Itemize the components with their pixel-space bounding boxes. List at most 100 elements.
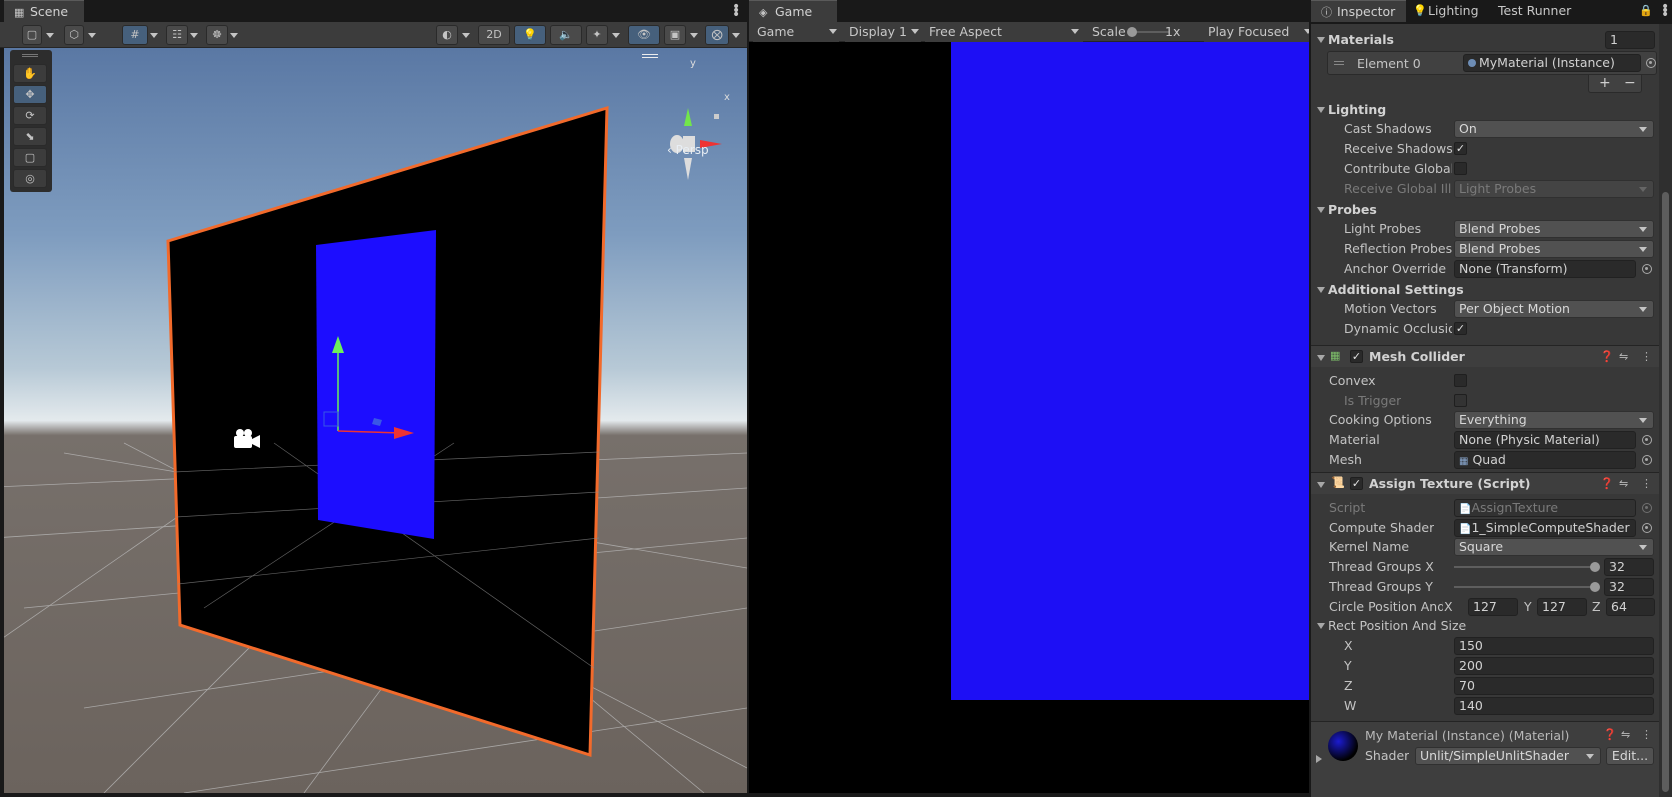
rect-header-row[interactable]: Rect Position And Size	[1311, 616, 1659, 635]
collider-material-field[interactable]: None (Physic Material)	[1454, 431, 1636, 449]
light-probes-dropdown[interactable]: Blend Probes	[1454, 220, 1654, 238]
rotate-tool-button[interactable]: ⟳	[13, 106, 47, 125]
lighting-foldout-icon[interactable]	[1317, 107, 1325, 113]
materials-header-row[interactable]: Materials 1	[1311, 30, 1659, 49]
thread-groups-x-knob[interactable]	[1590, 562, 1600, 572]
snap-increment-button[interactable]: ☷	[166, 25, 188, 45]
scale-slider[interactable]	[1127, 27, 1169, 37]
grid-visibility-button[interactable]: ☸	[206, 25, 228, 45]
probes-foldout-icon[interactable]	[1317, 207, 1325, 213]
panel-divider-right[interactable]	[1309, 0, 1311, 797]
convex-checkbox[interactable]	[1454, 374, 1467, 387]
kernel-name-dropdown[interactable]: Square	[1454, 538, 1654, 556]
receive-shadows-checkbox[interactable]: ✓	[1454, 142, 1467, 155]
audio-toggle-button[interactable]: 🔈	[550, 25, 582, 45]
rect-w-field[interactable]: 140	[1454, 697, 1654, 715]
lighting-header-row[interactable]: Lighting	[1311, 100, 1659, 119]
material-help-icon[interactable]: ❓	[1603, 729, 1617, 741]
effects-caret-icon[interactable]	[612, 33, 620, 38]
list-add-button[interactable]: +	[1599, 75, 1611, 91]
grid-snap-caret-icon[interactable]	[150, 33, 158, 38]
rect-foldout-icon[interactable]	[1317, 623, 1325, 629]
assign-texture-header[interactable]: 📜 ✓ Assign Texture (Script) ❓ ⇋ ⋮	[1311, 472, 1659, 494]
dynamic-occlusion-checkbox[interactable]: ✓	[1454, 322, 1467, 335]
shading-mode-caret-icon[interactable]	[462, 33, 470, 38]
material-menu-icon[interactable]: ⋮	[1641, 729, 1652, 741]
display-dropdown[interactable]: Display 1	[845, 22, 921, 42]
draw-mode-button[interactable]: ▢	[22, 25, 42, 45]
game-viewport[interactable]	[749, 42, 1309, 793]
hand-tool-button[interactable]: ✋	[13, 64, 47, 83]
mesh-picker-icon[interactable]	[1642, 455, 1652, 465]
additional-header-row[interactable]: Additional Settings	[1311, 280, 1659, 299]
rect-y-field[interactable]: 200	[1454, 657, 1654, 675]
assign-texture-foldout-icon[interactable]	[1317, 482, 1325, 488]
inspector-scrollbar[interactable]	[1659, 24, 1672, 797]
game-mode-dropdown[interactable]: Game	[753, 22, 839, 42]
inspector-menu-icon[interactable]: • • •	[1661, 0, 1669, 22]
tab-game[interactable]: ◈ Game	[749, 0, 837, 22]
rect-z-field[interactable]: 70	[1454, 677, 1654, 695]
camera-caret-icon[interactable]	[690, 33, 698, 38]
overlay-menu-grip[interactable]	[642, 54, 658, 58]
play-mode-dropdown[interactable]: Play Focused	[1204, 22, 1312, 42]
gizmos-button[interactable]: ⨂	[705, 25, 729, 45]
draw-mode-caret-icon[interactable]	[46, 33, 54, 38]
mesh-collider-help-icon[interactable]: ❓	[1600, 351, 1614, 363]
material-foldout-icon[interactable]	[1316, 755, 1322, 763]
shader-dropdown[interactable]: Unlit/SimpleUnlitShader	[1415, 747, 1601, 765]
list-remove-button[interactable]: −	[1624, 75, 1636, 91]
effects-toggle-button[interactable]: ✦	[586, 25, 608, 45]
mesh-collider-menu-icon[interactable]: ⋮	[1641, 351, 1652, 363]
collider-material-picker-icon[interactable]	[1642, 435, 1652, 445]
aspect-dropdown[interactable]: Free Aspect	[925, 22, 1083, 42]
compute-shader-field[interactable]: 📄1_SimpleComputeShader	[1454, 519, 1636, 537]
thread-groups-y-field[interactable]: 32	[1604, 578, 1654, 596]
tab-test-runner[interactable]: Test Runner	[1498, 0, 1571, 22]
circle-z-field[interactable]: 64	[1606, 598, 1655, 616]
scale-tool-button[interactable]: ⬊	[13, 127, 47, 146]
assign-texture-help-icon[interactable]: ❓	[1600, 478, 1614, 490]
assign-texture-enabled-checkbox[interactable]: ✓	[1350, 477, 1363, 490]
mesh-field[interactable]: ▦ Quad	[1454, 451, 1636, 469]
inspector-scrollbar-thumb[interactable]	[1662, 192, 1669, 792]
shader-edit-button[interactable]: Edit...	[1606, 747, 1654, 765]
reflection-probes-dropdown[interactable]: Blend Probes	[1454, 240, 1654, 258]
materials-foldout-icon[interactable]	[1317, 37, 1325, 43]
cast-shadows-dropdown[interactable]: On	[1454, 120, 1654, 138]
lighting-toggle-button[interactable]: 💡	[514, 25, 546, 45]
toggle-2d-button[interactable]: 2D	[478, 25, 510, 45]
assign-texture-menu-icon[interactable]: ⋮	[1641, 478, 1652, 490]
rect-x-field[interactable]: 150	[1454, 637, 1654, 655]
render-mode-button[interactable]: ⬡	[64, 25, 84, 45]
grid-visibility-caret-icon[interactable]	[230, 33, 238, 38]
camera-button[interactable]: ▣	[664, 25, 686, 45]
mesh-collider-enabled-checkbox[interactable]: ✓	[1350, 350, 1363, 363]
element-0-field[interactable]: MyMaterial (Instance)	[1463, 54, 1641, 72]
circle-x-field[interactable]: 127	[1468, 598, 1518, 616]
scene-visibility-button[interactable]: 👁	[628, 25, 660, 45]
lock-icon[interactable]: 🔒	[1639, 4, 1653, 17]
element-0-picker-icon[interactable]	[1646, 58, 1656, 68]
additional-foldout-icon[interactable]	[1317, 287, 1325, 293]
motion-vectors-dropdown[interactable]: Per Object Motion	[1454, 300, 1654, 318]
element-drag-handle[interactable]	[1334, 61, 1344, 65]
contribute-gi-checkbox[interactable]	[1454, 162, 1467, 175]
shading-mode-button[interactable]: ◐	[436, 25, 458, 45]
cooking-options-dropdown[interactable]: Everything	[1454, 411, 1654, 429]
materials-count-field[interactable]: 1	[1605, 31, 1655, 49]
scale-slider-knob[interactable]	[1127, 27, 1137, 37]
mesh-collider-foldout-icon[interactable]	[1317, 355, 1325, 361]
projection-toggle[interactable]: ‹ Persp	[667, 143, 709, 157]
anchor-override-field[interactable]: None (Transform)	[1454, 260, 1636, 278]
probes-header-row[interactable]: Probes	[1311, 200, 1659, 219]
circle-y-field[interactable]: 127	[1537, 598, 1587, 616]
material-presets-icon[interactable]: ⇋	[1621, 729, 1630, 741]
panel-divider-left[interactable]	[747, 0, 749, 797]
thread-groups-x-field[interactable]: 32	[1604, 558, 1654, 576]
thread-groups-y-slider[interactable]	[1454, 586, 1594, 588]
mesh-collider-presets-icon[interactable]: ⇋	[1619, 351, 1628, 363]
snap-caret-icon[interactable]	[190, 33, 198, 38]
scene-viewport[interactable]: ✋ ✥ ⟳ ⬊ ▢ ◎ y x ‹ Persp	[4, 48, 747, 793]
tab-scene[interactable]: ▦ Scene	[4, 0, 84, 22]
